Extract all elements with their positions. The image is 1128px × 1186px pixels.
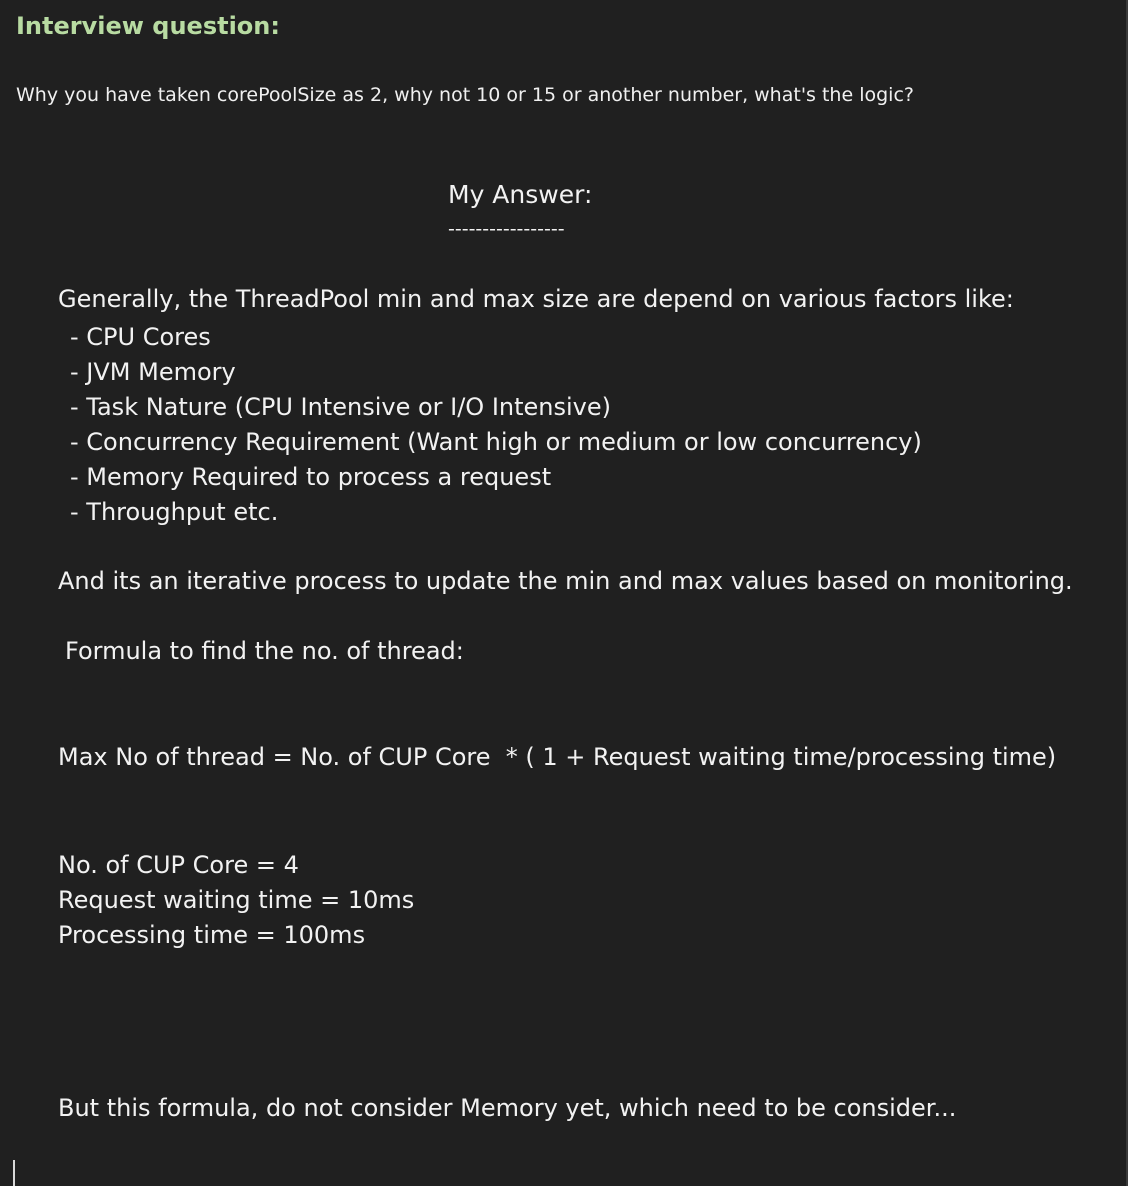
answer-underline: ----------------- [448,218,565,240]
formula-heading: Formula to find the no. of thread: [65,637,464,665]
factor-item: - Concurrency Requirement (Want high or … [70,428,922,456]
factor-item: - Throughput etc. [70,498,279,526]
closing-note: But this formula, do not consider Memory… [58,1094,957,1122]
factor-item: - Memory Required to process a request [70,463,552,491]
answer-intro: Generally, the ThreadPool min and max si… [58,285,1014,313]
formula-text: Max No of thread = No. of CUP Core * ( 1… [58,743,1057,771]
answer-title: My Answer: [448,180,593,209]
formula-inputs: No. of CUP Core = 4 Request waiting time… [58,848,414,953]
factor-item: - JVM Memory [70,358,236,386]
iterative-note: And its an iterative process to update t… [58,567,1073,595]
factor-item: - CPU Cores [70,323,211,351]
question-heading: Interview question: [16,12,280,40]
input-cpu-cores: No. of CUP Core = 4 [58,851,299,879]
input-processing-time: Processing time = 100ms [58,921,366,949]
question-text: Why you have taken corePoolSize as 2, wh… [16,84,914,106]
factors-list: - CPU Cores - JVM Memory - Task Nature (… [70,320,922,530]
text-cursor[interactable] [13,1160,15,1186]
input-waiting-time: Request waiting time = 10ms [58,886,415,914]
note-page: Interview question: Why you have taken c… [0,0,1128,1186]
factor-item: - Task Nature (CPU Intensive or I/O Inte… [70,393,612,421]
